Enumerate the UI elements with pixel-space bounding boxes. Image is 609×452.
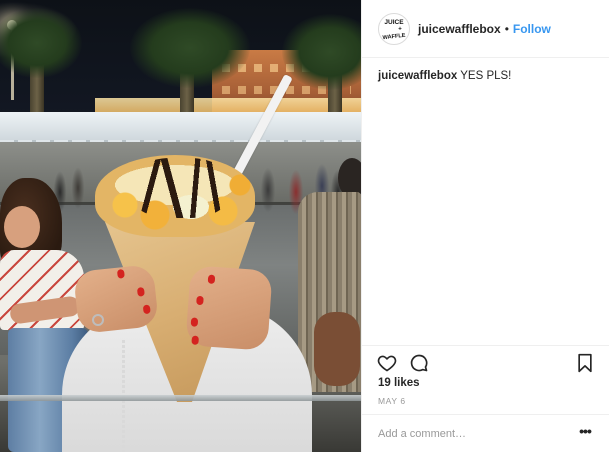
red-nail — [136, 287, 145, 297]
bystander-face — [4, 206, 40, 248]
avatar[interactable]: JUICE + WAFFLE — [378, 12, 410, 45]
chocolate-drizzle — [130, 158, 230, 218]
red-nail — [207, 274, 216, 284]
likes-count[interactable]: 19 likes — [378, 377, 420, 389]
svg-text:JUICE: JUICE — [384, 19, 404, 26]
red-nail — [191, 335, 199, 345]
heart-icon — [377, 355, 397, 372]
bookmark-icon — [578, 353, 592, 373]
post-date[interactable]: MAY 6 — [378, 396, 406, 406]
market-tents — [0, 112, 361, 148]
caption: juicewafflebox YES PLS! — [378, 68, 598, 84]
ring — [92, 314, 104, 326]
juice-waffle-logo-icon: JUICE + WAFFLE — [382, 19, 406, 41]
save-button[interactable] — [574, 352, 596, 374]
red-nail — [190, 317, 199, 327]
svg-text:+: + — [398, 26, 402, 32]
comment-bar: ••• — [362, 414, 609, 452]
red-nail — [196, 295, 204, 306]
username-link[interactable]: juicewafflebox — [418, 22, 501, 36]
comment-input[interactable] — [378, 424, 568, 444]
like-button[interactable] — [376, 352, 398, 374]
comment-button[interactable] — [408, 352, 430, 374]
post-side-panel: JUICE + WAFFLE juicewafflebox • Follow j… — [361, 0, 609, 452]
caption-text: YES PLS! — [457, 70, 512, 82]
right-hand — [185, 265, 273, 351]
red-nail — [142, 304, 151, 315]
svg-text:WAFFLE: WAFFLE — [382, 32, 406, 40]
palm-tree-crown — [130, 8, 250, 88]
more-options-icon[interactable]: ••• — [576, 424, 594, 441]
glass-railing — [0, 395, 361, 401]
caption-username[interactable]: juicewafflebox — [378, 70, 457, 82]
red-nail — [116, 269, 125, 279]
post-header: JUICE + WAFFLE juicewafflebox • Follow — [362, 0, 609, 58]
separator-dot: • — [504, 21, 509, 36]
left-hand — [72, 263, 160, 335]
man-arm — [314, 312, 360, 386]
post-photo[interactable] — [0, 0, 361, 452]
follow-button[interactable]: Follow — [513, 22, 551, 36]
comment-icon — [410, 354, 428, 372]
actions-divider — [362, 345, 609, 346]
